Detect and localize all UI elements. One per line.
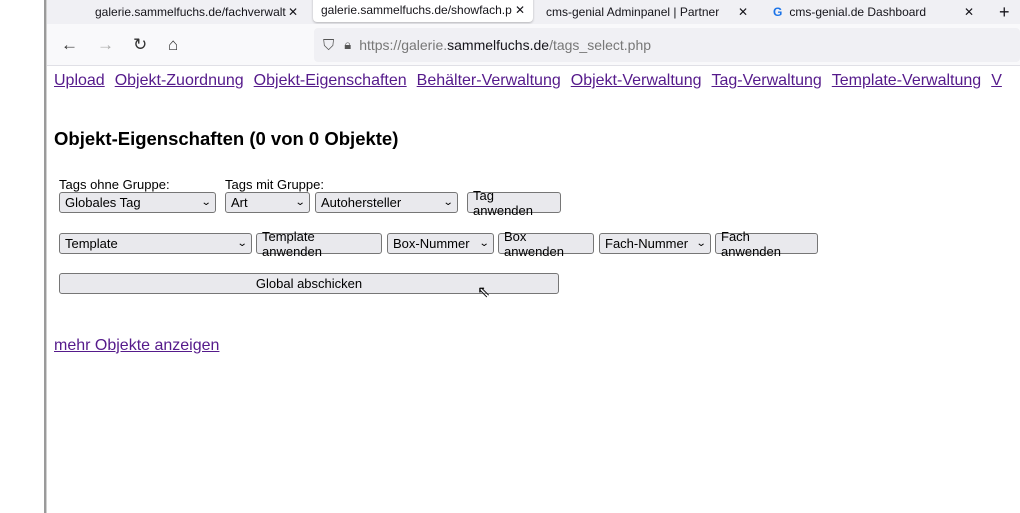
close-icon[interactable]: ✕ bbox=[288, 5, 299, 19]
fach-number-select[interactable]: Fach-Nummer ⌄ bbox=[599, 233, 711, 254]
more-objects-link[interactable]: mehr Objekte anzeigen bbox=[54, 337, 219, 355]
tab-title: cms-genial.de Dashboard bbox=[789, 5, 927, 19]
fach-apply-button[interactable]: Fach anwenden bbox=[715, 229, 818, 259]
nav-link-objekt-verwaltung[interactable]: Objekt-Verwaltung bbox=[571, 72, 702, 89]
close-icon[interactable]: ✕ bbox=[738, 5, 748, 19]
nav-link-more[interactable]: V bbox=[991, 72, 1002, 89]
global-tag-select[interactable]: Globales Tag ⌄ bbox=[59, 192, 216, 213]
template-apply-button[interactable]: Template anwenden bbox=[256, 229, 382, 259]
select-value: Template bbox=[65, 236, 118, 251]
chevron-down-icon: ⌄ bbox=[695, 238, 707, 249]
nav-link-template-verwaltung[interactable]: Template-Verwaltung bbox=[832, 72, 981, 89]
chevron-down-icon: ⌄ bbox=[200, 197, 212, 208]
select-value: Globales Tag bbox=[65, 195, 141, 210]
new-tab-button[interactable]: + bbox=[999, 0, 1010, 24]
select-value: Autohersteller bbox=[321, 195, 402, 210]
tab-bar: galerie.sammelfuchs.de/fachverwalt ✕ gale… bbox=[47, 0, 1020, 24]
browser-window: galerie.sammelfuchs.de/fachverwalt ✕ gale… bbox=[47, 0, 1020, 513]
chevron-down-icon: ⌄ bbox=[442, 197, 454, 208]
tab-title: galerie.sammelfuchs.de/fachverwalt bbox=[95, 5, 286, 19]
template-select[interactable]: Template ⌄ bbox=[59, 233, 252, 254]
select-value: Art bbox=[231, 195, 248, 210]
back-icon[interactable]: ← bbox=[61, 35, 78, 55]
nav-link-objekt-eigenschaften[interactable]: Objekt-Eigenschaften bbox=[254, 72, 407, 89]
main-nav: Upload Objekt-Zuordnung Objekt-Eigenschaft… bbox=[54, 72, 1020, 94]
tab-showfach[interactable]: galerie.sammelfuchs.de/showfach.p ✕ bbox=[313, 0, 533, 22]
label-tags-with-group: Tags mit Gruppe: bbox=[225, 177, 324, 192]
box-number-select[interactable]: Box-Nummer ⌄ bbox=[387, 233, 494, 254]
select-value: Fach-Nummer bbox=[605, 236, 689, 251]
page-content: Upload Objekt-Zuordnung Objekt-Eigenschaft… bbox=[47, 66, 1020, 150]
box-apply-button[interactable]: Box anwenden bbox=[498, 229, 594, 259]
nav-link-objekt-zuordnung[interactable]: Objekt-Zuordnung bbox=[115, 72, 244, 89]
tab-dashboard[interactable]: Gcms-genial.de Dashboard ✕ bbox=[773, 0, 978, 24]
nav-link-upload[interactable]: Upload bbox=[54, 72, 105, 89]
tab-title: galerie.sammelfuchs.de/showfach.p bbox=[321, 3, 512, 17]
close-icon[interactable]: ✕ bbox=[964, 5, 974, 19]
url-domain: sammelfuchs.de bbox=[447, 37, 550, 53]
chevron-down-icon: ⌄ bbox=[294, 197, 306, 208]
tab-title: cms-genial Adminpanel | Partner bbox=[546, 5, 720, 19]
nav-toolbar: ← → ↻ ⌂ ⛉ 🔒︎ https://galerie. sammelfuchs… bbox=[47, 24, 1020, 66]
lock-icon: 🔒︎ bbox=[344, 37, 352, 52]
tab-fachverwaltung[interactable]: galerie.sammelfuchs.de/fachverwalt ✕ bbox=[95, 0, 300, 24]
url-path: /tags_select.php bbox=[549, 37, 652, 53]
url-prefix: https://galerie. bbox=[359, 37, 448, 53]
favicon-icon: G bbox=[773, 5, 783, 19]
chevron-down-icon: ⌄ bbox=[478, 238, 490, 249]
group-tag-select[interactable]: Autohersteller ⌄ bbox=[315, 192, 458, 213]
url-bar[interactable]: ⛉ 🔒︎ https://galerie. sammelfuchs.de/tags… bbox=[314, 28, 1020, 62]
shield-icon: ⛉ bbox=[323, 36, 335, 54]
background-window bbox=[0, 0, 44, 513]
reload-icon[interactable]: ↻ bbox=[133, 35, 147, 55]
home-icon[interactable]: ⌂ bbox=[168, 35, 178, 55]
mouse-cursor-icon: ⇖ bbox=[477, 284, 491, 301]
group-select[interactable]: Art ⌄ bbox=[225, 192, 310, 213]
chevron-down-icon: ⌄ bbox=[236, 238, 248, 249]
label-tags-no-group: Tags ohne Gruppe: bbox=[59, 177, 170, 192]
nav-link-tag-verwaltung[interactable]: Tag-Verwaltung bbox=[711, 72, 821, 89]
select-value: Box-Nummer bbox=[393, 236, 470, 251]
page-title: Objekt-Eigenschaften (0 von 0 Objekte) bbox=[54, 128, 399, 149]
forward-icon[interactable]: → bbox=[97, 35, 114, 55]
tab-adminpanel[interactable]: cms-genial Adminpanel | Partner ✕ bbox=[546, 0, 751, 24]
tag-apply-button[interactable]: Tag anwenden bbox=[467, 188, 561, 218]
nav-link-behaelter-verwaltung[interactable]: Behälter-Verwaltung bbox=[417, 72, 561, 89]
close-icon[interactable]: ✕ bbox=[515, 3, 526, 17]
